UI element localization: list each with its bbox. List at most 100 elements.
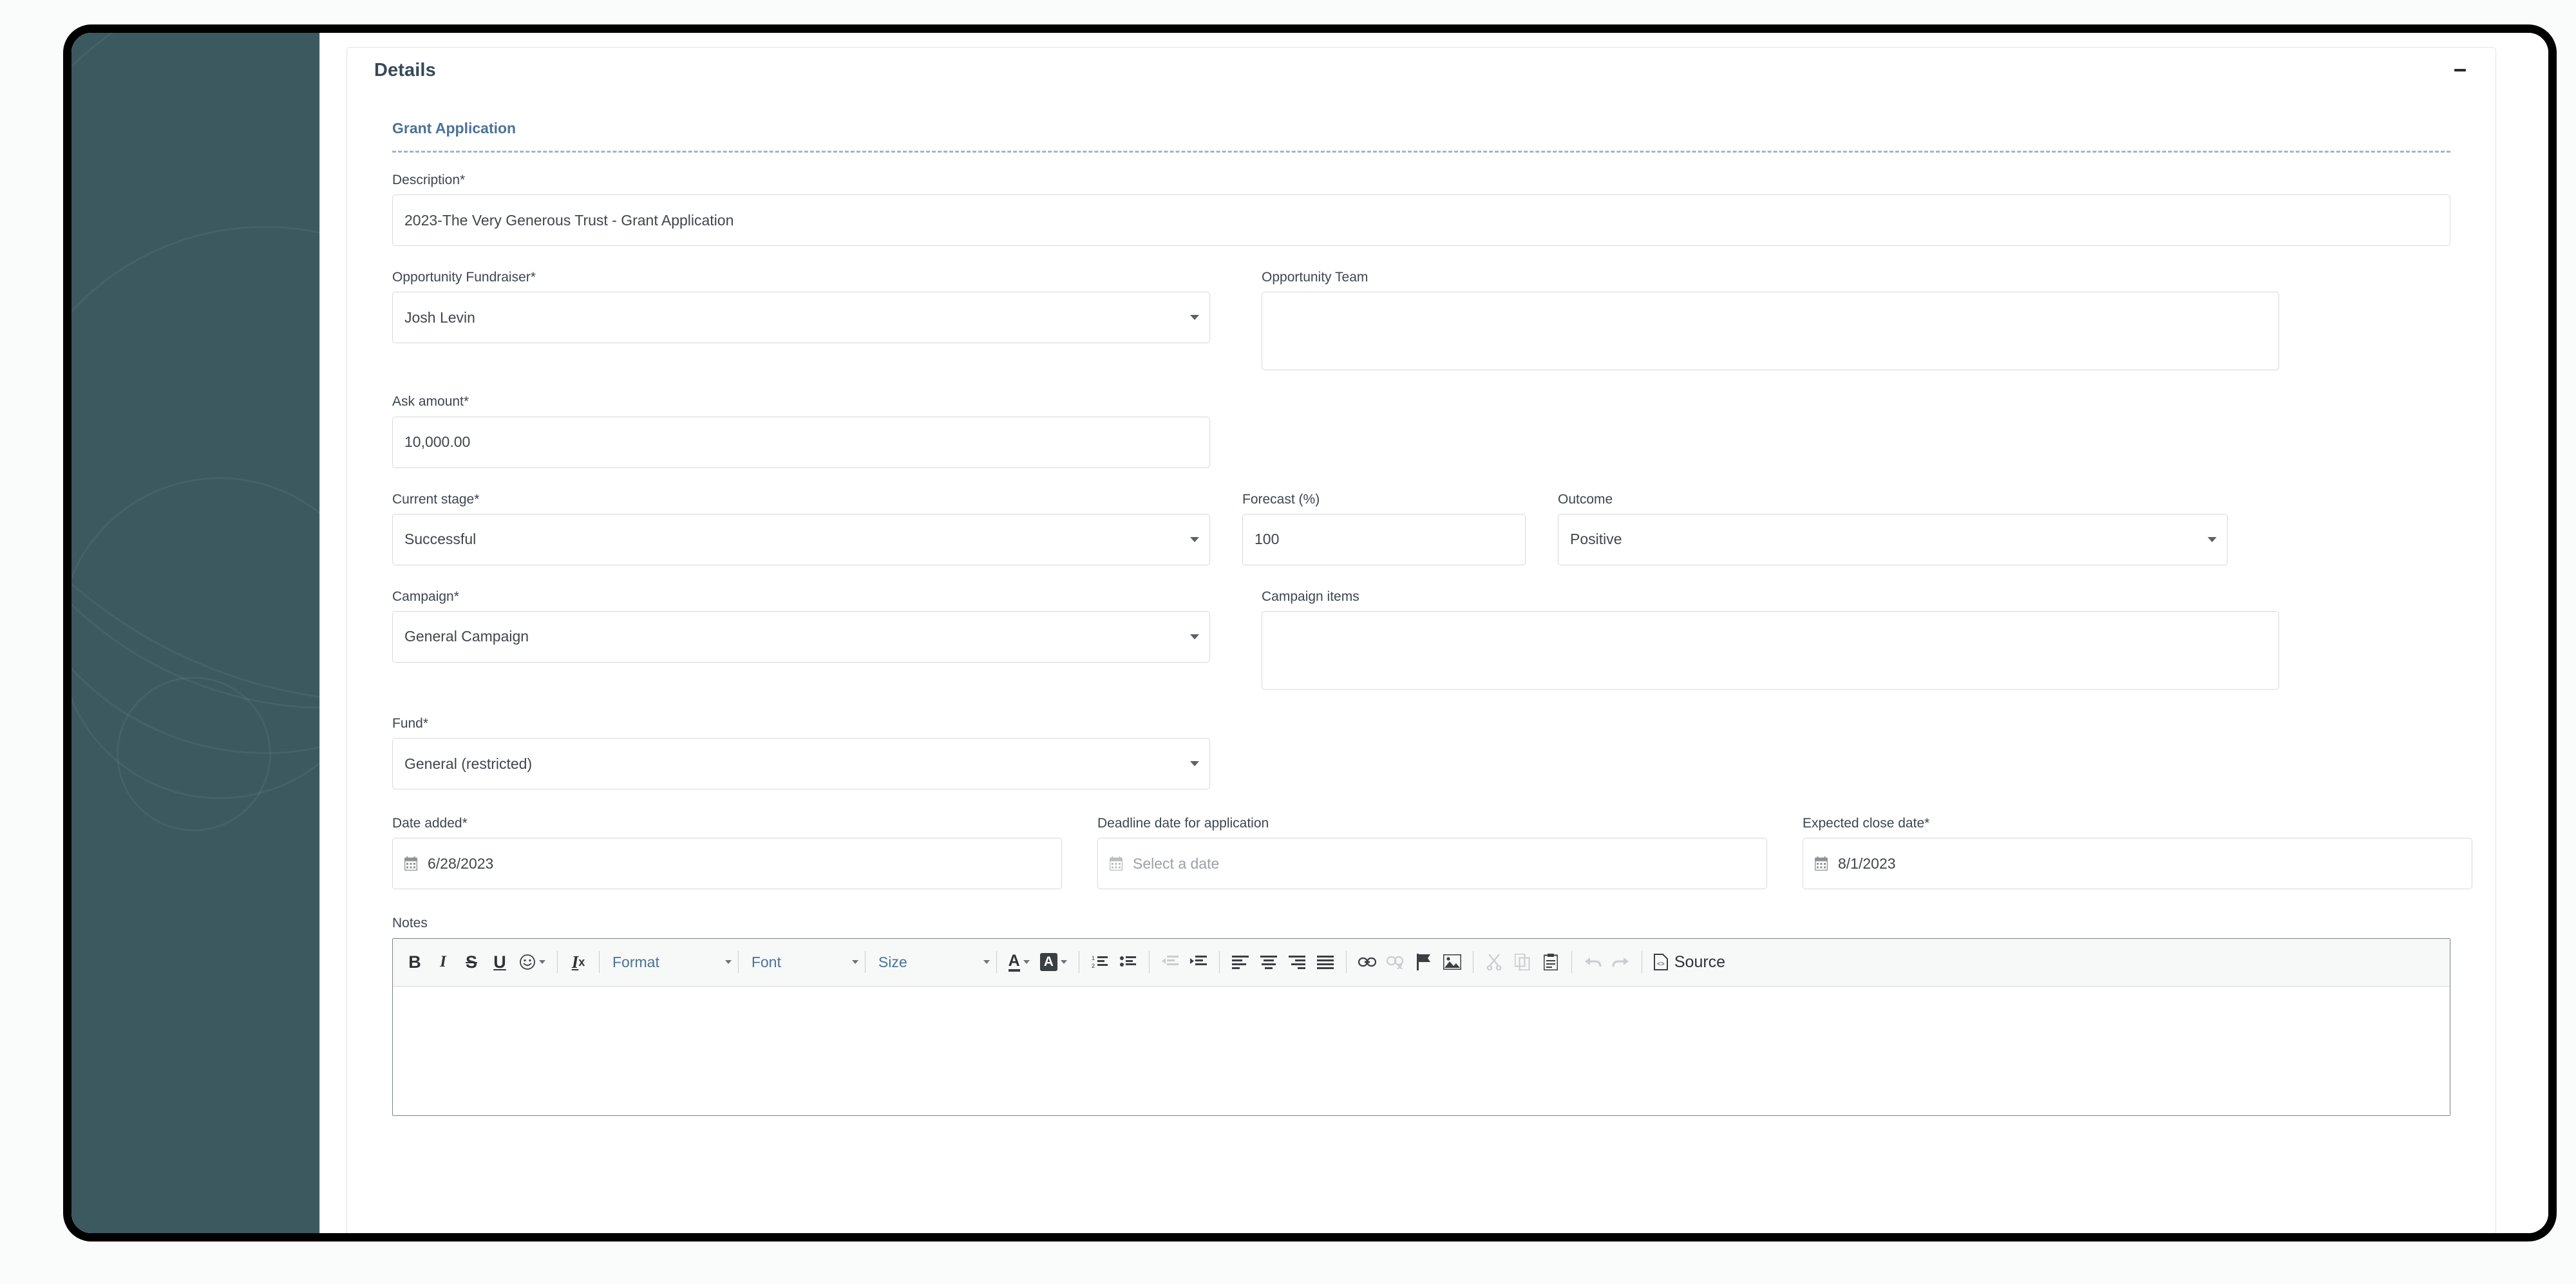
align-right-icon[interactable] [1283,945,1311,979]
numbered-list-icon[interactable]: 1 2 [1086,945,1114,979]
italic-button[interactable]: I [429,945,457,979]
ask-amount-label: Ask amount* [392,394,469,410]
field-fund: Fund* General (restricted) [392,715,2450,790]
app-window: Details Grant Application Description* 2… [63,24,2557,1242]
field-opportunity-team: Opportunity Team [1262,269,2279,371]
description-input[interactable]: 2023-The Very Generous Trust - Grant App… [392,194,2450,247]
toolbar-separator [737,951,739,973]
toolbar-separator [1218,951,1220,973]
deadline-date-input[interactable]: Select a date [1097,838,1767,890]
current-stage-select[interactable]: Successful [392,513,1210,565]
page-title: Details [374,59,436,80]
expected-close-date-value: 8/1/2023 [1838,854,1896,872]
background-color-button[interactable]: A [1035,945,1072,979]
chevron-down-icon [1023,960,1030,964]
card-body: Grant Application Description* 2023-The … [347,93,2496,1116]
toolbar-separator [1148,951,1150,973]
field-campaign-items: Campaign items [1262,589,2279,690]
details-card: Details Grant Application Description* 2… [346,47,2496,1233]
row-fundraiser-team: Opportunity Fundraiser* Josh Levin Oppor… [392,269,2450,371]
field-current-stage: Current stage* Successful [392,491,1210,565]
field-outcome: Outcome Positive [1558,491,2228,565]
opportunity-fundraiser-value: Josh Levin [404,308,475,326]
chevron-down-icon [851,960,858,964]
field-expected-close-date: Expected close date* 8/1/2023 [1803,815,2472,890]
scissors-icon[interactable] [1480,945,1508,979]
align-center-icon[interactable] [1255,945,1283,979]
field-campaign: Campaign* General Campaign [392,589,1210,663]
indent-icon[interactable] [1184,945,1213,979]
underline-button[interactable]: U [486,945,514,979]
minus-glyph [2454,69,2466,71]
field-ask-amount: Ask amount* 10,000.00 [392,393,2450,468]
opportunity-team-textarea[interactable] [1262,292,2279,371]
chevron-down-icon [1060,960,1067,964]
copy-icon[interactable] [1508,945,1537,979]
campaign-select[interactable]: General Campaign [392,610,1210,663]
toolbar-separator [996,951,997,973]
ask-amount-input[interactable]: 10,000.00 [392,416,1210,468]
field-forecast: Forecast (%) 100 [1242,491,1526,565]
main-content: Details Grant Application Description* 2… [319,33,2548,1233]
chevron-down-icon [724,960,732,964]
field-date-added: Date added* 6/28/2023 [392,815,1062,890]
notes-editor-area[interactable] [393,986,2450,1115]
calendar-icon [404,856,417,871]
chevron-down-icon [983,960,990,964]
expected-close-date-input[interactable]: 8/1/2023 [1803,838,2472,890]
description-value: 2023-The Very Generous Trust - Grant App… [404,211,734,229]
ask-amount-value: 10,000.00 [404,433,471,451]
row-stage-forecast-outcome: Current stage* Successful Forecast (%) 1… [392,491,2450,565]
forecast-input[interactable]: 100 [1242,513,1526,565]
text-color-button[interactable]: A [1003,945,1035,979]
calendar-icon [1110,856,1122,871]
row-campaign: Campaign* General Campaign Campaign item… [392,589,2450,690]
expected-close-date-label: Expected close date* [1803,816,1930,831]
strikethrough-label: S [465,952,477,972]
date-added-label: Date added* [392,816,468,831]
opportunity-fundraiser-select[interactable]: Josh Levin [392,292,1210,344]
toolbar-separator [864,951,866,973]
smiley-icon[interactable] [514,945,551,979]
toolbar-separator [1571,951,1572,973]
flag-icon[interactable] [1410,945,1438,979]
remove-format-icon[interactable]: Ix [564,945,592,979]
toolbar-separator [557,951,558,973]
bold-label: B [408,952,421,972]
campaign-items-textarea[interactable] [1262,610,2279,690]
source-doc-icon: <> [1653,954,1668,970]
redo-icon[interactable] [1607,945,1635,979]
minus-icon[interactable] [2450,61,2470,80]
size-dropdown[interactable]: Size [872,945,914,979]
link-icon[interactable] [1353,945,1381,979]
field-deadline-date: Deadline date for application Select a d… [1097,815,1767,890]
deadline-date-label: Deadline date for application [1097,816,1269,831]
campaign-label: Campaign* [392,589,459,604]
field-notes: Notes B I S U I x Format Font Size A A 1… [392,915,2450,1116]
unlink-icon[interactable] [1381,945,1410,979]
source-button[interactable]: <> Source [1649,945,1730,979]
field-description: Description* 2023-The Very Generous Trus… [392,172,2450,247]
fund-select[interactable]: General (restricted) [392,738,1210,790]
date-added-input[interactable]: 6/28/2023 [392,838,1062,890]
strikethrough-button[interactable]: S [457,945,486,979]
chevron-down-icon [2208,536,2217,542]
card-header: Details [347,48,2496,93]
fund-value: General (restricted) [404,755,533,772]
fund-label: Fund* [392,715,429,731]
section-title: Grant Application [392,120,516,137]
notes-label: Notes [392,916,428,931]
outcome-select[interactable]: Positive [1558,513,2228,565]
outdent-icon[interactable] [1156,945,1184,979]
forecast-value: 100 [1255,531,1280,548]
justify-icon[interactable] [1311,945,1340,979]
align-left-icon[interactable] [1226,945,1255,979]
chevron-down-icon [1190,315,1199,321]
image-icon[interactable] [1438,945,1466,979]
undo-icon[interactable] [1578,945,1607,979]
bold-button[interactable]: B [401,945,429,979]
clipboard-icon[interactable] [1537,945,1565,979]
bulleted-list-icon[interactable] [1114,945,1142,979]
format-dropdown[interactable]: Format [606,945,666,979]
font-dropdown[interactable]: Font [745,945,788,979]
